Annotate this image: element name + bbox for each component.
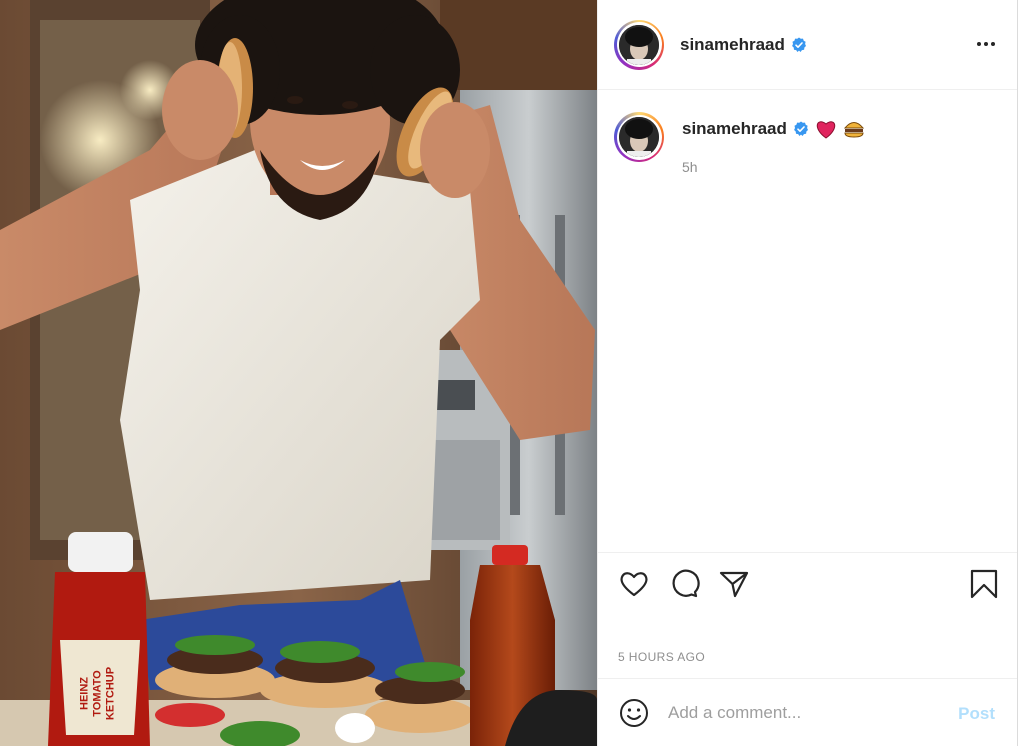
caption-username[interactable]: sinamehraad (682, 119, 787, 139)
heart-icon[interactable] (618, 568, 650, 600)
more-options-icon[interactable] (975, 34, 997, 54)
ketchup-line2: KETCHUP (104, 666, 117, 721)
caption: sinamehraad 5h (614, 112, 865, 175)
smiley-icon[interactable] (618, 697, 650, 729)
posted-timestamp[interactable]: 5 HOURS AGO (618, 650, 705, 664)
ketchup-brand: HEINZ (78, 677, 91, 710)
header-username[interactable]: sinamehraad (680, 35, 785, 55)
avatar-story-ring[interactable] (614, 19, 664, 70)
action-bar (598, 552, 1017, 612)
verified-badge-icon (793, 121, 808, 136)
heart-emoji-icon (815, 119, 837, 139)
comment-icon[interactable] (668, 568, 700, 600)
share-icon[interactable] (718, 568, 750, 600)
caption-avatar-ring[interactable] (614, 112, 664, 162)
avatar (619, 24, 659, 65)
hamburger-emoji-icon (843, 119, 865, 139)
ketchup-label-text: HEINZ TOMATO KETCHUP (79, 658, 118, 730)
comment-input[interactable] (668, 702, 938, 723)
post-photo[interactable]: HEINZ TOMATO KETCHUP (0, 0, 597, 746)
post-comment-button[interactable]: Post (958, 704, 995, 724)
post-side-panel: sinamehraad sinamehraad 5h 5 HOURS AGO A… (597, 0, 1018, 746)
bookmark-icon[interactable] (968, 568, 1000, 600)
caption-time[interactable]: 5h (682, 159, 865, 175)
post-image (0, 0, 597, 746)
caption-avatar (619, 117, 659, 157)
add-comment-bar: Post (598, 678, 1017, 746)
verified-badge-icon (791, 37, 806, 52)
ketchup-line1: TOMATO (91, 670, 104, 717)
post-header: sinamehraad (598, 0, 1017, 90)
